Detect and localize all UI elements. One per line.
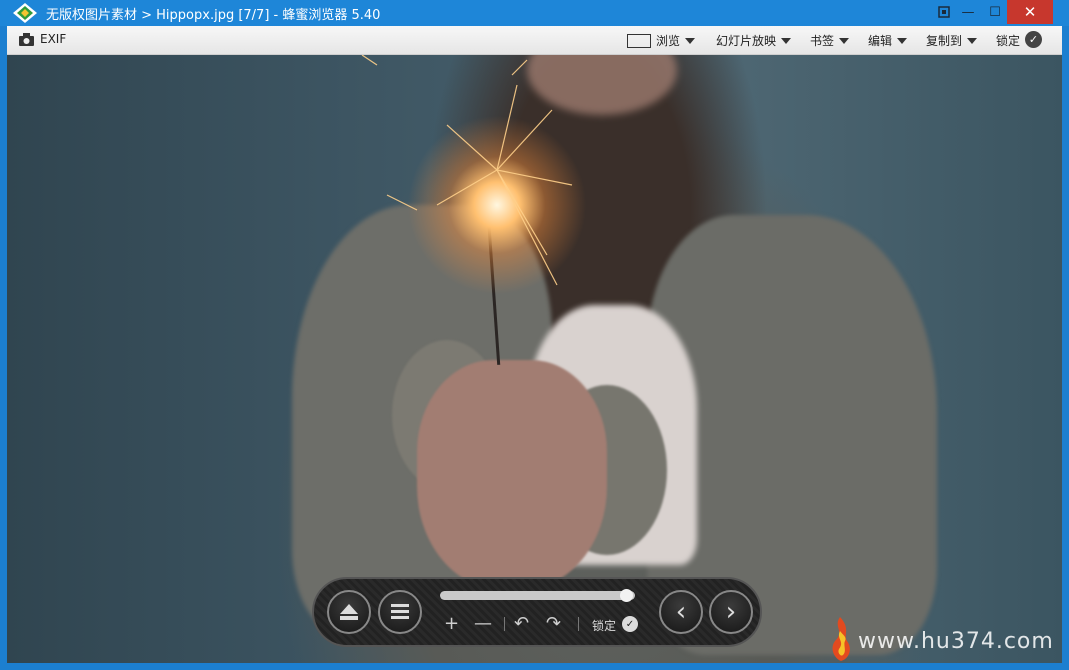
menu-bookmarks[interactable]: 书签 xyxy=(810,32,850,49)
minimize-button[interactable]: — xyxy=(954,0,982,24)
eject-icon xyxy=(340,604,358,620)
photo-hands xyxy=(417,360,607,590)
rotate-right-icon[interactable]: ↷ xyxy=(546,613,561,634)
title-bar: 无版权图片素材 > Hippopx.jpg [7/7] - 蜂蜜浏览器 5.40… xyxy=(0,0,1069,26)
maximize-button[interactable]: ☐ xyxy=(981,0,1009,24)
slider-knob[interactable] xyxy=(620,589,634,602)
previous-icon: ‹ xyxy=(675,597,687,627)
menu-button[interactable] xyxy=(378,590,422,634)
caret-down-icon xyxy=(897,37,908,44)
watermark-logo xyxy=(832,617,850,661)
image-viewport[interactable]: www.hu374.com + — ↶ ↷ 锁定 ✓ ‹ › xyxy=(7,55,1062,663)
lock-toggle[interactable]: 锁定 ✓ xyxy=(996,30,1043,49)
pod-lock-label[interactable]: 锁定 xyxy=(592,617,616,634)
caret-down-icon xyxy=(685,37,696,44)
menu-edit-label: 编辑 xyxy=(868,34,893,48)
caret-down-icon xyxy=(781,37,792,44)
position-slider[interactable] xyxy=(440,589,635,602)
zoom-out-icon[interactable]: — xyxy=(474,613,492,634)
menu-browse-label: 浏览 xyxy=(656,34,681,48)
zoom-in-icon[interactable]: + xyxy=(444,613,459,634)
camera-icon xyxy=(19,32,34,46)
toolbar: EXIF 浏览 幻灯片放映 书签 编辑 复制到 锁定 ✓ xyxy=(7,26,1062,55)
menu-copy-to-label: 复制到 xyxy=(926,34,963,48)
exif-label: EXIF xyxy=(40,32,67,46)
menu-edit[interactable]: 编辑 xyxy=(868,32,908,49)
close-button[interactable]: ✕ xyxy=(1007,0,1053,24)
menu-slideshow-label: 幻灯片放映 xyxy=(716,34,777,48)
menu-slideshow[interactable]: 幻灯片放映 xyxy=(716,32,792,49)
check-icon[interactable]: ✓ xyxy=(622,616,638,632)
exif-button[interactable]: EXIF xyxy=(19,32,66,46)
previous-button[interactable]: ‹ xyxy=(659,590,703,634)
next-button[interactable]: › xyxy=(709,590,753,634)
divider xyxy=(578,617,579,631)
menu-icon xyxy=(391,604,409,619)
menu-copy-to[interactable]: 复制到 xyxy=(926,32,978,49)
divider xyxy=(504,617,505,631)
window-title: 无版权图片素材 > Hippopx.jpg [7/7] - 蜂蜜浏览器 5.40 xyxy=(46,8,381,23)
rotate-left-icon[interactable]: ↶ xyxy=(514,613,529,634)
check-icon: ✓ xyxy=(1025,31,1043,48)
eject-button[interactable] xyxy=(327,590,371,634)
menu-browse[interactable]: 浏览 xyxy=(627,32,696,49)
caret-down-icon xyxy=(839,37,850,44)
watermark-text: www.hu374.com xyxy=(858,629,1054,654)
menu-bookmarks-label: 书签 xyxy=(810,34,835,48)
photo-sparks xyxy=(361,55,573,286)
caret-down-icon xyxy=(967,37,978,44)
next-icon: › xyxy=(725,597,737,627)
app-icon xyxy=(13,3,37,23)
lock-label: 锁定 xyxy=(996,34,1021,48)
control-pod: + — ↶ ↷ 锁定 ✓ ‹ › xyxy=(312,577,762,647)
fullscreen-frame-icon xyxy=(627,33,651,48)
